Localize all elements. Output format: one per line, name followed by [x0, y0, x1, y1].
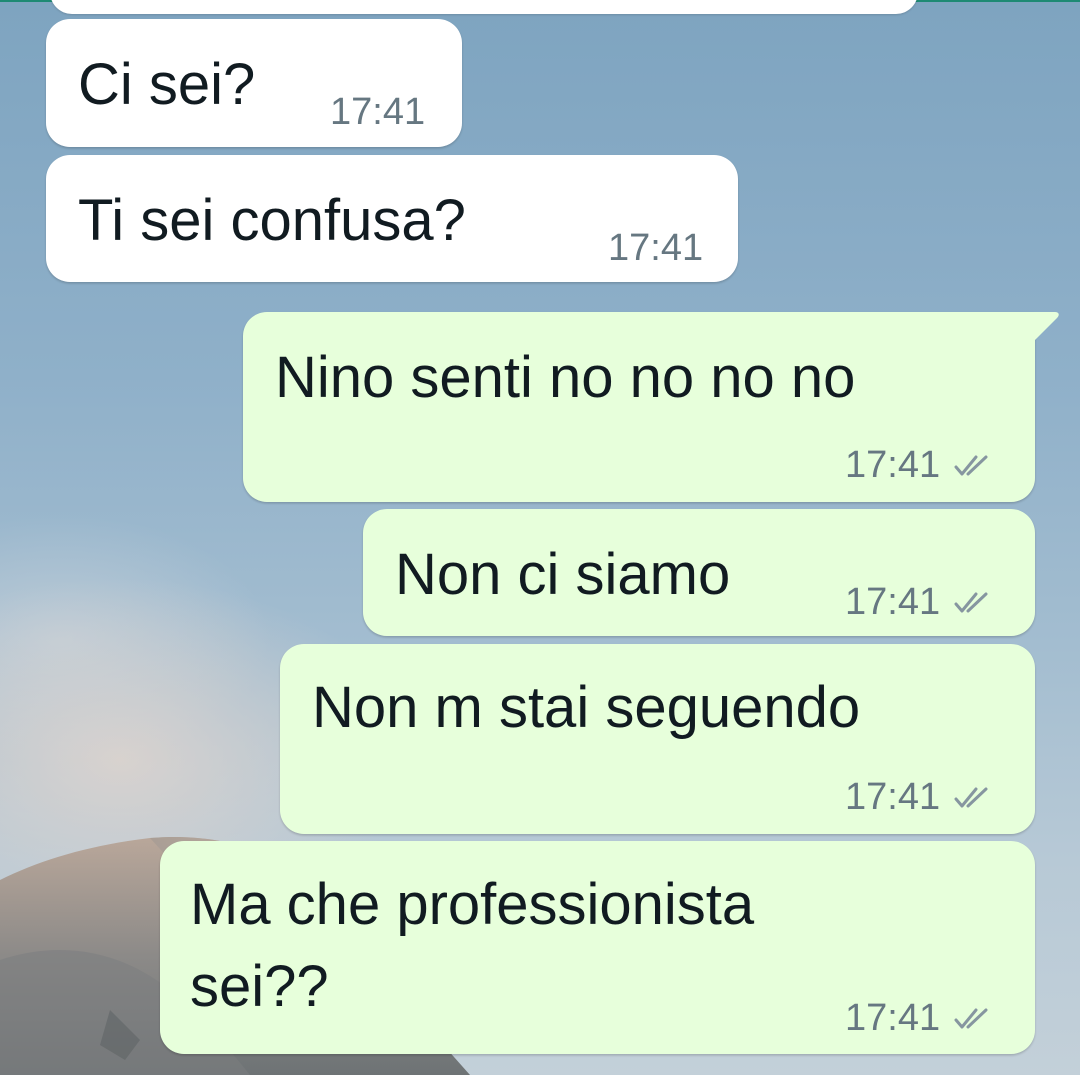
message-time: 17:41 — [845, 444, 941, 486]
double-check-icon — [954, 1008, 988, 1028]
message-meta: 17:41 — [608, 227, 703, 270]
outgoing-message-bubble[interactable]: Non ci siamo 17:41 — [363, 509, 1035, 636]
message-time: 17:41 — [330, 91, 426, 133]
message-meta: 17:41 — [845, 581, 992, 624]
message-meta: 17:41 — [845, 997, 992, 1040]
incoming-message-bubble[interactable]: Ti sei confusa? 17:41 — [46, 155, 738, 282]
incoming-message-bubble[interactable]: Ci sei? 17:41 — [46, 19, 462, 147]
message-time: 17:41 — [608, 227, 704, 269]
message-text: Ci sei? — [78, 52, 256, 117]
double-check-icon — [954, 787, 988, 807]
double-check-icon — [954, 455, 988, 475]
message-meta: 17:41 — [845, 776, 992, 819]
message-time: 17:41 — [845, 997, 941, 1039]
message-text: Ti sei confusa? — [78, 188, 466, 253]
message-text: Nino senti no no no no — [275, 345, 856, 410]
outgoing-message-bubble[interactable]: Nino senti no no no no 17:41 — [243, 312, 1059, 502]
message-text-line2: sei?? — [190, 954, 329, 1019]
previous-message-bubble-edge[interactable] — [50, 0, 918, 14]
message-text-line1: Ma che professionista — [190, 872, 755, 937]
bubble-tail — [1033, 312, 1059, 342]
message-time: 17:41 — [845, 581, 941, 623]
message-meta: 17:41 — [330, 91, 425, 134]
message-text: Non ci siamo — [395, 542, 731, 607]
message-meta: 17:41 — [845, 444, 992, 487]
outgoing-message-bubble[interactable]: Non m stai seguendo 17:41 — [280, 644, 1035, 834]
double-check-icon — [954, 592, 988, 612]
message-time: 17:41 — [845, 776, 941, 818]
message-text: Non m stai seguendo — [312, 675, 861, 740]
outgoing-message-bubble[interactable]: Ma che professionista sei?? 17:41 — [160, 841, 1035, 1054]
